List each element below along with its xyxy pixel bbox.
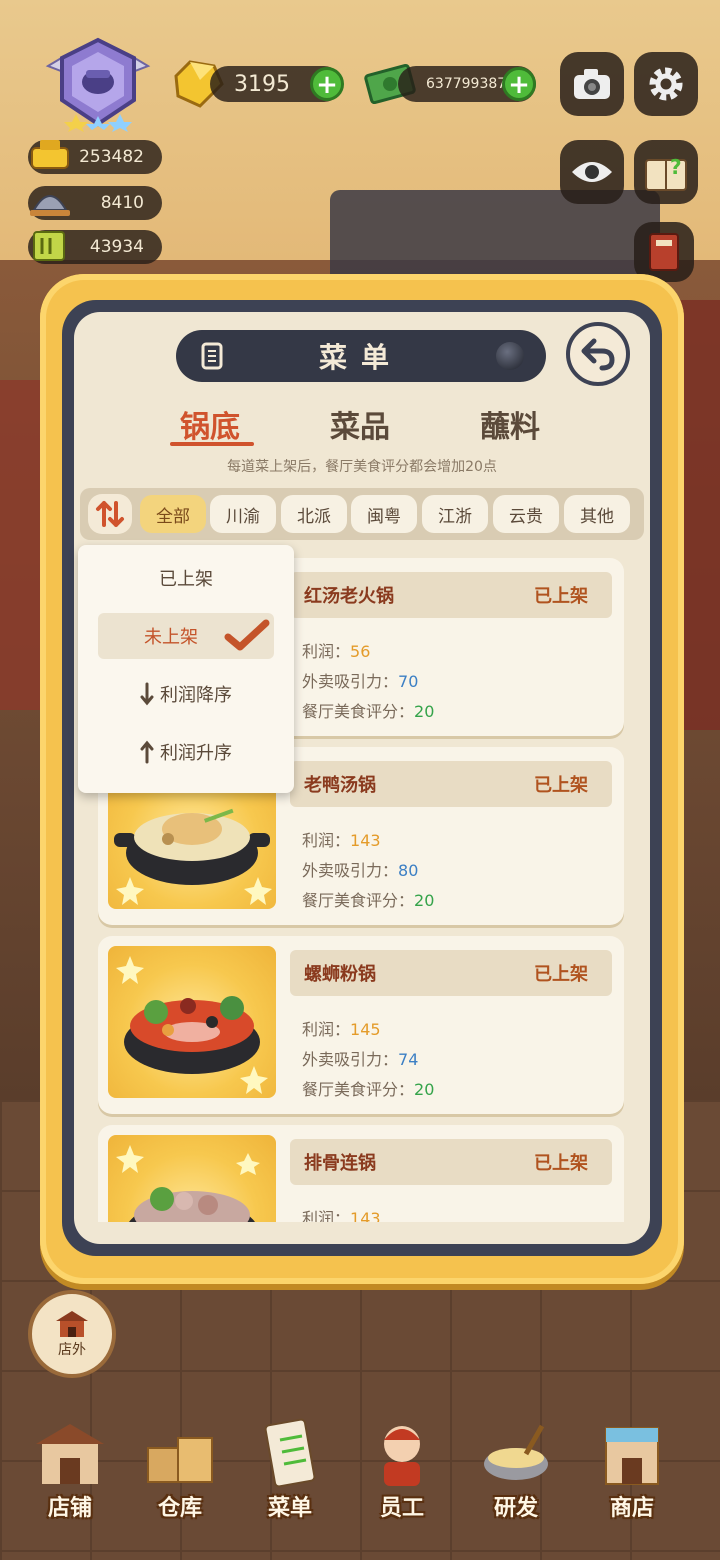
nav-shop[interactable]: 商店 [580,1418,684,1528]
region-chip-minyue[interactable]: 闽粤 [351,495,417,533]
camera-icon [574,69,610,99]
stat-pill-1: 253482 [28,140,162,174]
back-arrow-icon [581,338,615,371]
dish-header: 红汤老火锅 已上架 [290,572,612,618]
attract-line: 外卖吸引力：70 [302,672,419,691]
cooking-pot-icon [484,1424,548,1480]
back-button[interactable] [566,322,630,386]
rating-line: 餐厅美食评分：20 [302,1080,435,1099]
outside-button[interactable]: 店外 [28,1290,116,1378]
tab-dishes[interactable]: 菜品 [300,402,420,446]
dish-name: 老鸭汤锅 [304,775,376,796]
nav-label: 研发 [493,1496,538,1521]
shop-icon [605,1427,659,1485]
dish-image [108,1135,276,1222]
add-cash-button[interactable]: + [502,67,536,101]
store-icon [36,1424,104,1484]
guide-button[interactable]: ? [634,140,698,204]
sort-arrows-icon [96,501,124,527]
add-gems-button[interactable]: + [310,67,344,101]
tab-soup-base[interactable]: 锅底 [150,402,270,446]
dish-header: 排骨连锅 已上架 [290,1139,612,1185]
dish-name: 红汤老火锅 [304,586,394,607]
dish-header: 螺蛳粉锅 已上架 [290,950,612,996]
menu-notice: 每道菜上架后，餐厅美食评分都会增加20点 [227,459,497,475]
nav-research[interactable]: 研发 [464,1418,568,1528]
modal-title: 菜单 [176,330,546,382]
boxes-icon [147,1437,213,1483]
region-chip-yungui[interactable]: 云贵 [493,495,559,533]
eye-icon [572,162,612,182]
nav-label: 员工 [379,1496,424,1521]
region-chip-jiangzhe[interactable]: 江浙 [422,495,488,533]
nav-label: 菜单 [267,1496,312,1521]
title-ornament [496,342,524,370]
dish-name: 排骨连锅 [304,1153,376,1174]
rating-line: 餐厅美食评分：20 [302,702,435,721]
dropdown-item-label: 利润升序 [160,743,232,764]
arrow-up-icon [140,740,154,764]
clipboard-icon [264,1418,316,1488]
dish-card[interactable]: 排骨连锅 已上架 利润：143 [98,1125,624,1222]
dish-image [108,946,276,1098]
notebook-button[interactable] [634,222,694,282]
nav-label: 店铺 [47,1496,92,1521]
dropdown-item-profit-desc[interactable]: 利润降序 [98,671,274,717]
stat-pill-3: 43934 [28,230,162,264]
dropdown-item-unlisted[interactable]: 未上架 [98,613,274,659]
dish-card[interactable]: 螺蛳粉锅 已上架 利润：145 外卖吸引力：74 餐厅美食评分：20 [98,936,624,1114]
nav-store[interactable]: 店铺 [18,1418,122,1528]
dish-header: 老鸭汤锅 已上架 [290,761,612,807]
menu-list-icon [200,342,226,374]
sort-button[interactable] [88,494,132,534]
dish-status[interactable]: 已上架 [534,582,588,608]
cloche-icon [26,180,74,229]
gear-icon [649,67,683,101]
view-button[interactable] [560,140,624,204]
attract-line: 外卖吸引力：80 [302,861,419,880]
nav-label: 商店 [609,1496,654,1521]
dish-name: 螺蛳粉锅 [304,964,376,985]
nav-staff[interactable]: 员工 [350,1418,454,1528]
dropdown-item-label: 利润降序 [160,685,232,706]
dish-status[interactable]: 已上架 [534,1149,588,1175]
restaurant-roof [330,190,660,280]
region-chip-all[interactable]: 全部 [140,495,206,533]
dropdown-item-label: 未上架 [144,627,198,648]
dish-status[interactable]: 已上架 [534,960,588,986]
profit-line: 利润：145 [302,1020,381,1039]
stat-pill-2: 8410 [28,186,162,220]
settings-button[interactable] [634,52,698,116]
rank-badge-icon[interactable] [34,36,162,132]
nav-menu[interactable]: 菜单 [238,1418,342,1528]
region-chip-beipai[interactable]: 北派 [281,495,347,533]
profit-line: 利润：143 [302,1209,381,1222]
nav-warehouse[interactable]: 仓库 [128,1418,232,1528]
checkmark-icon [224,619,270,651]
camera-button[interactable] [560,52,624,116]
book-help-icon: ? [645,155,687,191]
notebook-icon [649,233,679,271]
shop-front-icon [56,1311,88,1337]
nav-label: 仓库 [157,1496,202,1521]
dropdown-item-profit-asc[interactable]: 利润升序 [98,729,274,775]
region-chip-chuanyu[interactable]: 川渝 [210,495,276,533]
profit-line: 利润：143 [302,831,381,850]
attract-line: 外卖吸引力：74 [302,1050,419,1069]
active-tab-underline [170,442,254,446]
dish-status[interactable]: 已上架 [534,771,588,797]
svg-text:?: ? [670,155,682,179]
tab-sauces[interactable]: 蘸料 [450,402,570,446]
rating-line: 餐厅美食评分：20 [302,891,435,910]
region-chip-other[interactable]: 其他 [564,495,630,533]
staff-icon [384,1426,420,1486]
dropdown-item-listed[interactable]: 已上架 [98,555,274,601]
ticket-icon [26,224,74,273]
arrow-down-icon [140,682,154,706]
sort-dropdown: 已上架 未上架 利润降序 利润升序 [78,545,294,793]
profit-line: 利润：56 [302,642,371,661]
hotpot-stat-icon [26,134,74,183]
